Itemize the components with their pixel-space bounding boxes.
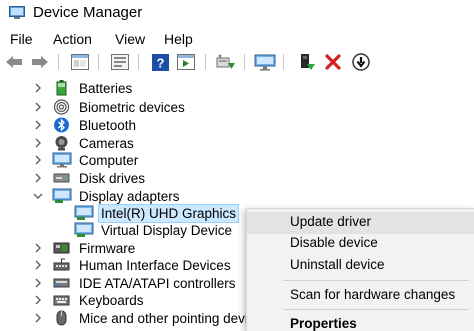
tree-item-label: Biometric devices [79,100,185,115]
help-icon[interactable]: ? [149,52,171,72]
display-adapter-icon [52,188,72,203]
disable-device-icon[interactable] [350,52,372,72]
chevron-down-icon[interactable] [33,191,43,201]
tree-item-label: IDE ATA/ATAPI controllers [79,276,236,291]
menu-action[interactable]: Action [53,31,92,47]
toolbar-separator [205,54,206,70]
context-menu-separator [283,280,469,281]
tree-item-computer[interactable]: Computer [0,152,474,169]
camera-icon [55,136,68,151]
context-menu-scan-for-hardware-changes[interactable]: Scan for hardware changes [247,285,474,307]
hid-icon [53,258,70,271]
forward-icon[interactable] [29,52,51,72]
uninstall-device-icon[interactable] [322,52,344,72]
context-menu-item-label: Scan for hardware changes [290,287,456,302]
context-menu-separator [283,309,469,310]
display-adapter-icon [74,222,94,237]
context-menu-item-label: Properties [290,316,357,331]
chevron-right-icon[interactable] [33,278,43,288]
chevron-right-icon[interactable] [33,295,43,305]
chevron-right-icon[interactable] [33,173,43,183]
chevron-right-icon[interactable] [33,120,43,130]
tree-item-label: Computer [79,153,139,168]
chevron-right-icon[interactable] [33,102,43,112]
chevron-right-icon[interactable] [33,155,43,165]
chevron-right-icon[interactable] [33,138,43,148]
toolbar: ? [0,52,474,74]
tree-item-label: Firmware [79,241,136,256]
toolbar-separator [283,54,284,70]
tree-item-label: Intel(R) UHD Graphics [97,204,240,223]
properties-icon[interactable] [109,52,131,72]
toolbar-separator [138,54,139,70]
mouse-icon [56,310,67,326]
menu-bar: File Action View Help [0,28,474,52]
tree-item-label: Bluetooth [79,118,137,133]
tree-item-label: Cameras [79,136,134,151]
tree-item-label: Keyboards [79,293,144,308]
show-hide-console-tree-icon[interactable] [69,52,91,72]
back-icon[interactable] [3,52,25,72]
tree-item-cameras[interactable]: Cameras [0,135,474,152]
disk-drive-icon [53,173,70,183]
context-menu-properties[interactable]: Properties [247,314,474,331]
tree-item-biometric-devices[interactable]: Biometric devices [0,99,474,116]
tree-item-label: Display adapters [79,189,180,204]
tree-item-disk-drives[interactable]: Disk drives [0,170,474,187]
menu-file[interactable]: File [10,31,33,47]
toolbar-separator [244,54,245,70]
tree-item-bluetooth[interactable]: Bluetooth [0,117,474,134]
context-menu-item-label: Disable device [290,235,378,250]
tree-item-display-adapters[interactable]: Display adapters [0,188,474,205]
bluetooth-icon [54,117,69,133]
keyboard-icon [53,295,70,306]
window-title: Device Manager [33,4,143,21]
firmware-icon [53,242,70,254]
chevron-right-icon[interactable] [33,260,43,270]
context-menu-item-label: Update driver [290,214,372,229]
battery-icon [56,80,67,96]
context-menu-item-label: Uninstall device [290,257,385,272]
enable-device-icon[interactable] [296,52,318,72]
chevron-right-icon[interactable] [33,243,43,253]
tree-item-batteries[interactable]: Batteries [0,80,474,97]
chevron-right-icon[interactable] [33,83,43,93]
display-adapter-icon [74,205,94,220]
fingerprint-icon [53,99,70,115]
device-manager-icon [9,6,25,19]
chevron-right-icon[interactable] [33,313,43,323]
ide-controller-icon [53,278,70,288]
toolbar-separator [58,54,59,70]
context-menu-update-driver[interactable]: Update driver [247,212,474,234]
context-menu: Update driver Disable device Uninstall d… [246,208,474,331]
context-menu-disable-device[interactable]: Disable device [247,233,474,255]
tree-item-label: Human Interface Devices [79,258,231,273]
update-driver-icon[interactable] [215,52,237,72]
menu-view[interactable]: View [115,31,145,47]
svg-text:?: ? [156,55,164,70]
tree-item-label: Mice and other pointing devices [79,311,269,326]
context-menu-uninstall-device[interactable]: Uninstall device [247,255,474,277]
menu-help[interactable]: Help [164,31,193,47]
tree-item-label: Disk drives [79,171,146,186]
computer-icon [52,152,72,168]
scan-hardware-icon[interactable] [254,52,276,72]
tree-item-label: Virtual Display Device [101,223,233,238]
action-pane-icon[interactable] [175,52,197,72]
toolbar-separator [98,54,99,70]
tree-item-label: Batteries [79,81,133,96]
title-bar: Device Manager [0,0,474,28]
